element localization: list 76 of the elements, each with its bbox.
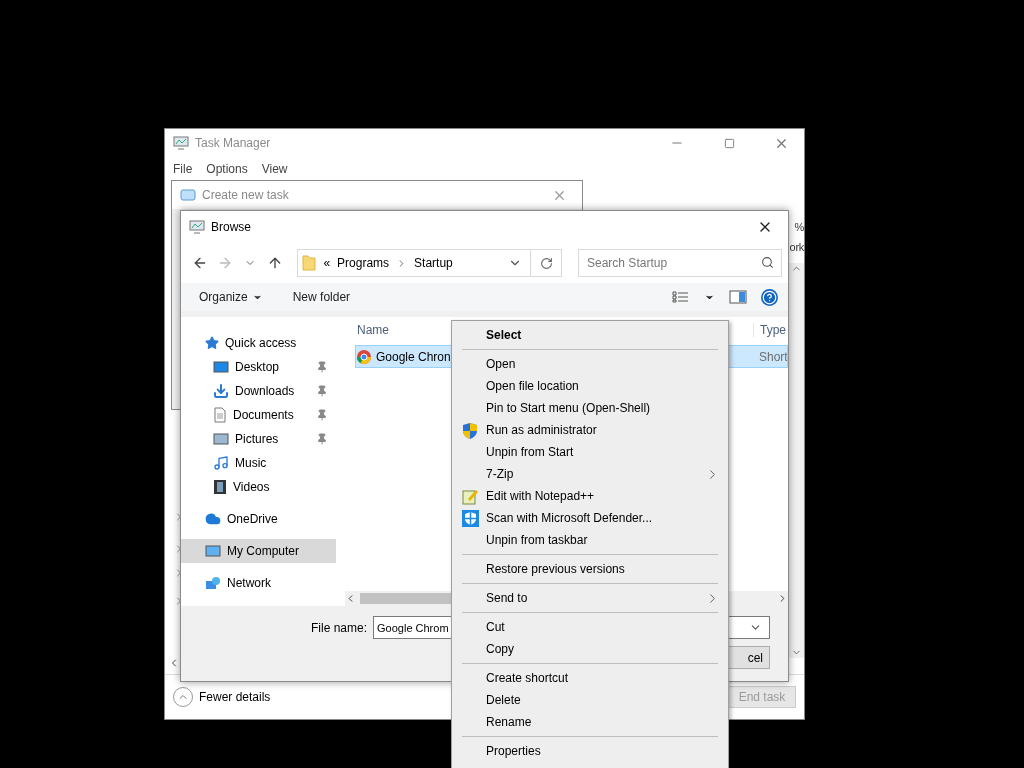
notepad-icon xyxy=(462,488,479,505)
menu-item[interactable]: Rename xyxy=(452,711,728,733)
organize-button[interactable]: Organize xyxy=(199,290,263,304)
overflow-icon[interactable]: « xyxy=(323,256,331,270)
menu-item[interactable]: Unpin from Start xyxy=(452,441,728,463)
network-icon xyxy=(205,575,221,591)
desktop-icon xyxy=(213,359,229,375)
window-title: Task Manager xyxy=(195,136,271,150)
menu-item[interactable]: Pin to Start menu (Open-Shell) xyxy=(452,397,728,419)
breadcrumb[interactable]: Programs xyxy=(337,256,390,270)
menu-item[interactable]: Cut xyxy=(452,616,728,638)
folder-icon xyxy=(302,255,317,271)
nav-item[interactable]: Documents xyxy=(181,403,336,427)
menu-item[interactable]: Copy xyxy=(452,638,728,660)
defender-icon xyxy=(462,510,479,527)
address-bar[interactable]: « Programs Startup xyxy=(297,249,562,277)
breadcrumb[interactable]: Startup xyxy=(414,256,453,270)
menu-item[interactable]: Send to xyxy=(452,587,728,609)
column-header[interactable]: Type xyxy=(753,323,788,337)
nav-item[interactable]: Videos xyxy=(181,475,336,499)
menu-item[interactable]: Properties xyxy=(452,740,728,762)
window-title: Browse xyxy=(211,220,251,234)
menu-item[interactable]: Open file location xyxy=(452,375,728,397)
help-icon xyxy=(762,289,777,305)
nav-item[interactable]: Music xyxy=(181,451,336,475)
search-field[interactable]: Search Startup xyxy=(578,249,782,277)
picture-icon xyxy=(213,431,229,447)
preview-pane-icon[interactable] xyxy=(729,290,747,304)
menu-item[interactable]: Open xyxy=(452,353,728,375)
refresh-icon xyxy=(539,256,553,270)
window-title: Create new task xyxy=(202,188,289,202)
pin-icon xyxy=(316,361,328,373)
film-icon xyxy=(213,479,227,495)
pin-icon xyxy=(316,433,328,445)
column-header: % xyxy=(794,221,804,233)
nav-item[interactable]: Network xyxy=(181,571,336,595)
menu-item[interactable]: Edit with Notepad++ xyxy=(452,485,728,507)
menu-item[interactable]: Run as administrator xyxy=(452,419,728,441)
download-icon xyxy=(213,383,229,399)
menu-item[interactable]: Restore previous versions xyxy=(452,558,728,580)
nav-item[interactable]: Desktop xyxy=(181,355,336,379)
file-name-label: File name: xyxy=(311,620,368,635)
menu-item[interactable]: View xyxy=(261,162,288,176)
monitor-icon xyxy=(173,136,189,150)
menu-item[interactable]: Delete xyxy=(452,689,728,711)
document-icon xyxy=(213,407,227,423)
menu-item[interactable]: Options xyxy=(206,162,248,176)
star-icon xyxy=(205,336,219,350)
nav-item[interactable]: My Computer xyxy=(181,539,336,563)
nav-item[interactable]: OneDrive xyxy=(181,507,336,531)
maximize-icon xyxy=(723,137,735,149)
pin-icon xyxy=(316,409,328,421)
new-folder-button[interactable]: New folder xyxy=(292,290,351,304)
monitor-icon xyxy=(205,543,221,559)
app-icon xyxy=(356,348,372,365)
help-button[interactable] xyxy=(761,288,778,306)
view-icon[interactable] xyxy=(672,291,690,303)
menu-item[interactable]: 7-Zip xyxy=(452,463,728,485)
run-icon xyxy=(180,189,196,201)
monitor-icon xyxy=(189,220,205,234)
menu-item[interactable]: Scan with Microsoft Defender... xyxy=(452,507,728,529)
menu-item[interactable]: Create shortcut xyxy=(452,667,728,689)
menu-item[interactable]: Select xyxy=(452,324,728,346)
shield-icon xyxy=(462,422,478,440)
fewer-details-button[interactable]: Fewer details xyxy=(173,687,271,707)
nav-item[interactable]: Pictures xyxy=(181,427,336,451)
nav-item[interactable]: Quick access xyxy=(181,331,336,355)
scrollbar[interactable] xyxy=(789,263,804,658)
search-icon[interactable] xyxy=(761,256,774,269)
cloud-icon xyxy=(205,511,221,527)
menu-item[interactable]: Unpin from taskbar xyxy=(452,529,728,551)
nav-item[interactable]: Downloads xyxy=(181,379,336,403)
pin-icon xyxy=(316,385,328,397)
column-header: ork xyxy=(789,241,804,253)
menu-item[interactable]: File xyxy=(173,162,193,176)
music-icon xyxy=(213,455,229,471)
